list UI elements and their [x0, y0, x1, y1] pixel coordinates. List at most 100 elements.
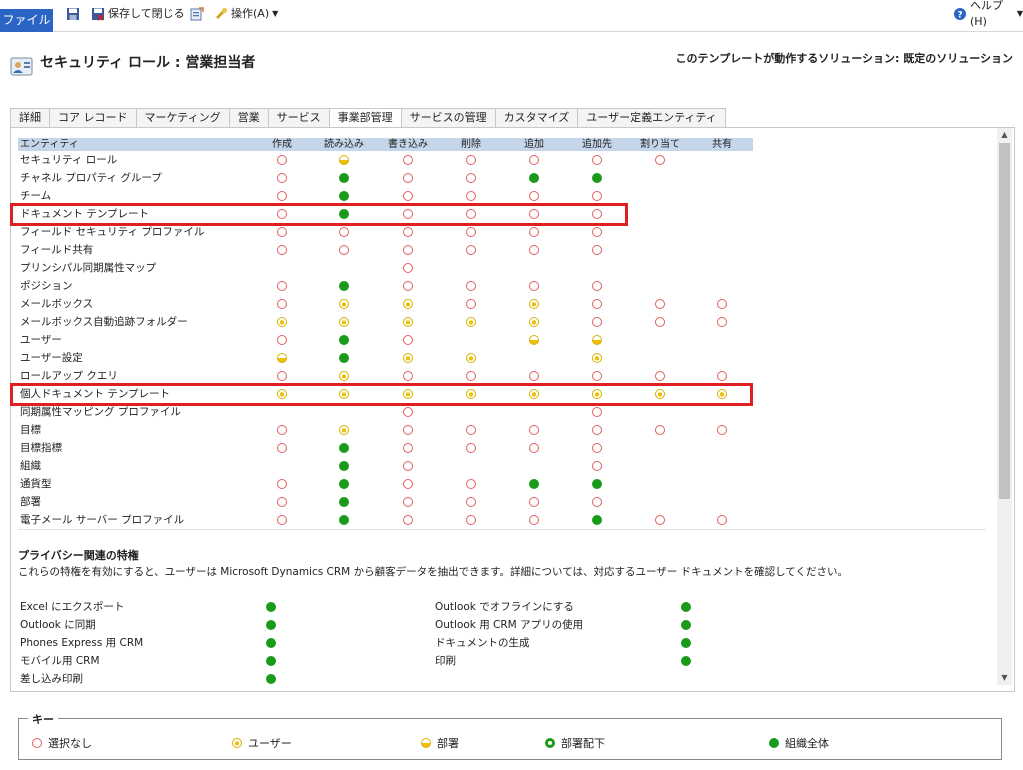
none-level-icon[interactable]: [403, 497, 413, 507]
none-level-icon[interactable]: [592, 317, 602, 327]
none-level-icon[interactable]: [466, 479, 476, 489]
business-unit-level-icon[interactable]: [592, 335, 602, 345]
none-level-icon[interactable]: [277, 299, 287, 309]
organization-level-icon[interactable]: [592, 173, 602, 183]
organization-level-icon[interactable]: [681, 656, 691, 666]
none-level-icon[interactable]: [466, 227, 476, 237]
none-level-icon[interactable]: [339, 245, 349, 255]
none-level-icon[interactable]: [655, 155, 665, 165]
organization-level-icon[interactable]: [339, 353, 349, 363]
organization-level-icon[interactable]: [339, 443, 349, 453]
none-level-icon[interactable]: [277, 191, 287, 201]
organization-level-icon[interactable]: [681, 620, 691, 630]
save-and-close-button[interactable]: 保存して閉じる: [91, 6, 185, 22]
none-level-icon[interactable]: [466, 245, 476, 255]
none-level-icon[interactable]: [277, 515, 287, 525]
none-level-icon[interactable]: [655, 371, 665, 381]
none-level-icon[interactable]: [466, 173, 476, 183]
help-menu-button[interactable]: ? ヘルプ(H) ▼: [953, 0, 1023, 28]
business-unit-level-icon[interactable]: [277, 353, 287, 363]
business-unit-level-icon[interactable]: [339, 155, 349, 165]
none-level-icon[interactable]: [592, 461, 602, 471]
none-level-icon[interactable]: [466, 155, 476, 165]
organization-level-icon[interactable]: [266, 602, 276, 612]
none-level-icon[interactable]: [529, 245, 539, 255]
none-level-icon[interactable]: [529, 425, 539, 435]
none-level-icon[interactable]: [592, 497, 602, 507]
organization-level-icon[interactable]: [681, 638, 691, 648]
organization-level-icon[interactable]: [529, 173, 539, 183]
none-level-icon[interactable]: [403, 461, 413, 471]
none-level-icon[interactable]: [592, 281, 602, 291]
none-level-icon[interactable]: [466, 191, 476, 201]
none-level-icon[interactable]: [466, 443, 476, 453]
tab-6[interactable]: サービスの管理: [400, 108, 496, 127]
user-level-icon[interactable]: [466, 353, 476, 363]
none-level-icon[interactable]: [529, 443, 539, 453]
none-level-icon[interactable]: [277, 173, 287, 183]
organization-level-icon[interactable]: [529, 479, 539, 489]
user-level-icon[interactable]: [339, 425, 349, 435]
user-level-icon[interactable]: [529, 317, 539, 327]
user-level-icon[interactable]: [466, 317, 476, 327]
none-level-icon[interactable]: [592, 407, 602, 417]
none-level-icon[interactable]: [529, 371, 539, 381]
save-button[interactable]: [66, 6, 80, 22]
none-level-icon[interactable]: [717, 317, 727, 327]
none-level-icon[interactable]: [655, 515, 665, 525]
tab-3[interactable]: 営業: [228, 108, 269, 127]
none-level-icon[interactable]: [717, 425, 727, 435]
user-level-icon[interactable]: [277, 317, 287, 327]
tab-4[interactable]: サービス: [267, 108, 330, 127]
none-level-icon[interactable]: [339, 227, 349, 237]
organization-level-icon[interactable]: [266, 674, 276, 684]
none-level-icon[interactable]: [277, 443, 287, 453]
none-level-icon[interactable]: [403, 335, 413, 345]
none-level-icon[interactable]: [403, 191, 413, 201]
none-level-icon[interactable]: [277, 425, 287, 435]
none-level-icon[interactable]: [529, 227, 539, 237]
none-level-icon[interactable]: [403, 443, 413, 453]
form-tool-button[interactable]: [190, 6, 204, 22]
business-unit-level-icon[interactable]: [529, 335, 539, 345]
actions-menu-button[interactable]: 操作(A) ▼: [214, 6, 278, 22]
tab-7[interactable]: カスタマイズ: [494, 108, 579, 127]
none-level-icon[interactable]: [655, 299, 665, 309]
organization-level-icon[interactable]: [339, 497, 349, 507]
none-level-icon[interactable]: [592, 371, 602, 381]
organization-level-icon[interactable]: [339, 191, 349, 201]
vertical-scrollbar[interactable]: ▲ ▼: [997, 128, 1012, 685]
none-level-icon[interactable]: [466, 515, 476, 525]
none-level-icon[interactable]: [277, 155, 287, 165]
file-button[interactable]: ファイル: [0, 9, 53, 32]
none-level-icon[interactable]: [466, 281, 476, 291]
none-level-icon[interactable]: [403, 281, 413, 291]
none-level-icon[interactable]: [592, 245, 602, 255]
scroll-down-arrow[interactable]: ▼: [997, 671, 1012, 684]
none-level-icon[interactable]: [655, 317, 665, 327]
organization-level-icon[interactable]: [339, 479, 349, 489]
none-level-icon[interactable]: [466, 497, 476, 507]
tab-2[interactable]: マーケティング: [135, 108, 230, 127]
none-level-icon[interactable]: [529, 515, 539, 525]
tab-1[interactable]: コア レコード: [49, 108, 137, 127]
scroll-thumb[interactable]: [999, 143, 1010, 499]
none-level-icon[interactable]: [277, 371, 287, 381]
none-level-icon[interactable]: [592, 443, 602, 453]
scroll-up-arrow[interactable]: ▲: [997, 128, 1012, 141]
organization-level-icon[interactable]: [592, 479, 602, 489]
tab-8[interactable]: ユーザー定義エンティティ: [577, 108, 726, 127]
none-level-icon[interactable]: [277, 479, 287, 489]
user-level-icon[interactable]: [529, 299, 539, 309]
none-level-icon[interactable]: [592, 299, 602, 309]
none-level-icon[interactable]: [717, 371, 727, 381]
none-level-icon[interactable]: [592, 191, 602, 201]
user-level-icon[interactable]: [403, 353, 413, 363]
none-level-icon[interactable]: [403, 155, 413, 165]
user-level-icon[interactable]: [339, 317, 349, 327]
organization-level-icon[interactable]: [266, 638, 276, 648]
none-level-icon[interactable]: [466, 299, 476, 309]
none-level-icon[interactable]: [466, 425, 476, 435]
none-level-icon[interactable]: [529, 497, 539, 507]
none-level-icon[interactable]: [529, 191, 539, 201]
